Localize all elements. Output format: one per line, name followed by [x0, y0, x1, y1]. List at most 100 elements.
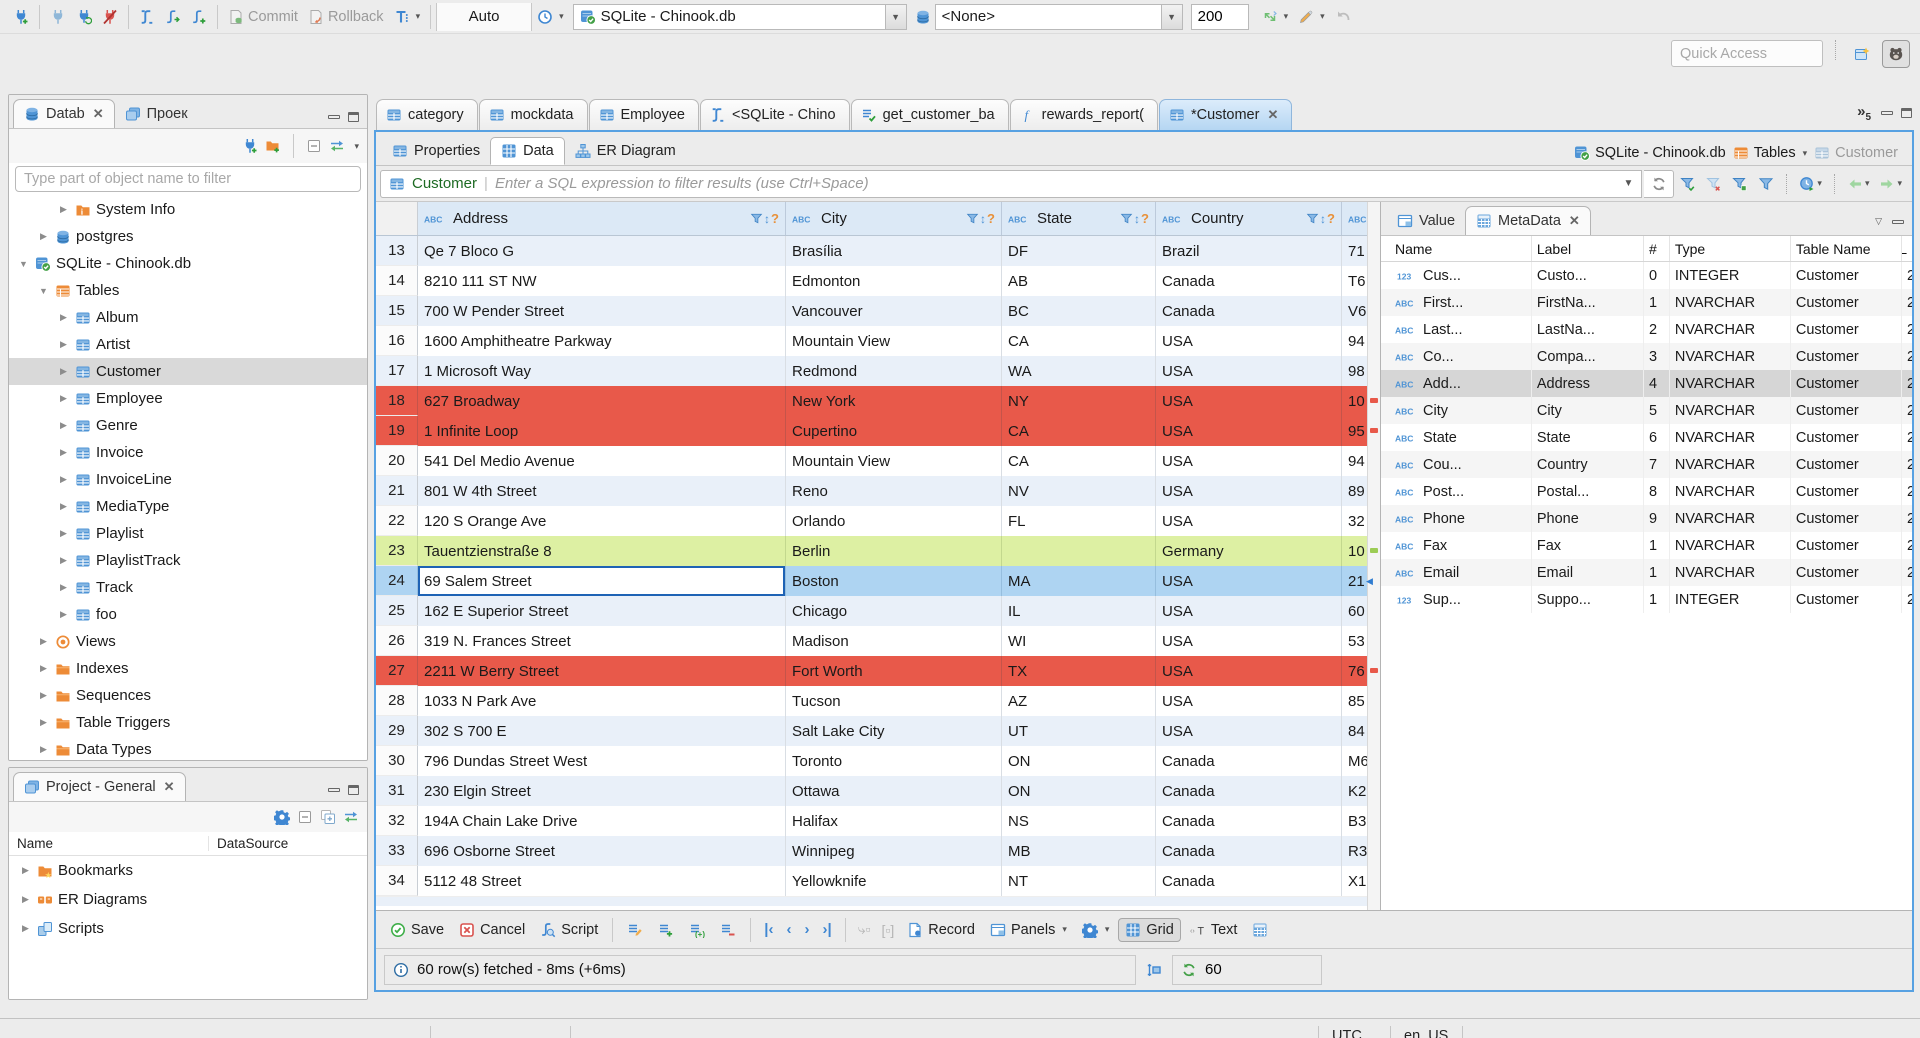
meta-max[interactable]: 2,147,483: [1902, 559, 1912, 586]
subtab-data[interactable]: Data: [490, 137, 565, 165]
meta-label[interactable]: Fax: [1532, 532, 1644, 559]
tab-metadata[interactable]: MetaData ✕: [1465, 206, 1591, 235]
cell-city[interactable]: Ottawa: [786, 776, 1002, 806]
meta-label[interactable]: Postal...: [1532, 478, 1644, 505]
cell-city[interactable]: Reno: [786, 476, 1002, 506]
cell-postal[interactable]: 10: [1342, 536, 1367, 566]
disconnect-button[interactable]: [97, 7, 123, 27]
tab-overflow-button[interactable]: »5: [1857, 103, 1871, 123]
meta-row-postal[interactable]: ABC Post... Postal...8NVARCHARCustomer2,14…: [1381, 478, 1912, 505]
expand-all-icon[interactable]: [320, 809, 336, 825]
locale-indicator[interactable]: en_US: [1404, 1028, 1448, 1038]
first-row-button[interactable]: |‹: [759, 921, 778, 938]
chevron-right-icon[interactable]: ▶: [57, 474, 70, 485]
chevron-right-icon[interactable]: ▶: [37, 744, 50, 755]
meta-table[interactable]: Customer: [1791, 289, 1902, 316]
cell-country[interactable]: Canada: [1156, 866, 1342, 896]
grid-row-28[interactable]: 28 1033 N Park Ave Tucson AZ USA 85: [376, 686, 1367, 716]
meta-num[interactable]: 9: [1644, 505, 1670, 532]
cell-postal[interactable]: 94: [1342, 446, 1367, 476]
meta-column-type[interactable]: Type: [1670, 236, 1791, 261]
cell-postal[interactable]: 84: [1342, 716, 1367, 746]
row-number-cell[interactable]: 31: [376, 776, 418, 806]
grid-row-16[interactable]: 16 1600 Amphitheatre Parkway Mountain View…: [376, 326, 1367, 356]
last-row-button[interactable]: ›|: [817, 921, 836, 938]
cell-city[interactable]: Halifax: [786, 806, 1002, 836]
collapse-all-icon[interactable]: [306, 138, 322, 154]
cell-state[interactable]: DF: [1002, 236, 1156, 266]
chevron-right-icon[interactable]: ▶: [57, 204, 70, 215]
apply-filter-button[interactable]: [1676, 174, 1700, 194]
meta-table[interactable]: Customer: [1791, 559, 1902, 586]
cell-state[interactable]: NV: [1002, 476, 1156, 506]
meta-type[interactable]: INTEGER: [1670, 262, 1791, 289]
sql-editor-button[interactable]: [134, 7, 160, 27]
cell-country[interactable]: USA: [1156, 626, 1342, 656]
meta-num[interactable]: 5: [1644, 397, 1670, 424]
meta-max[interactable]: 2,147,483: [1902, 586, 1912, 613]
close-icon[interactable]: ✕: [1569, 213, 1580, 229]
tree-item-data-types[interactable]: ▶ Data Types: [9, 736, 367, 760]
sql-format-button[interactable]: ▾: [1293, 7, 1330, 27]
tree-item-table-triggers[interactable]: ▶ Table Triggers: [9, 709, 367, 736]
cell-state[interactable]: CA: [1002, 446, 1156, 476]
meta-num[interactable]: 7: [1644, 451, 1670, 478]
cell-city[interactable]: New York: [786, 386, 1002, 416]
filter-history-dropdown[interactable]: ▼: [1624, 178, 1634, 189]
grid-row-32[interactable]: 32 194A Chain Lake Drive Halifax NS Canada B3: [376, 806, 1367, 836]
close-icon[interactable]: ✕: [93, 106, 104, 122]
meta-type[interactable]: NVARCHAR: [1670, 397, 1791, 424]
cell-address[interactable]: 627 Broadway: [418, 386, 786, 416]
connect-button[interactable]: [45, 7, 71, 27]
maximize-icon[interactable]: [1901, 108, 1912, 118]
cell-postal[interactable]: 76: [1342, 656, 1367, 686]
cell-country[interactable]: USA: [1156, 446, 1342, 476]
fetch-all-icon[interactable]: [▫]: [878, 922, 899, 938]
cell-state[interactable]: TX: [1002, 656, 1156, 686]
new-sql-editor-button[interactable]: [186, 7, 212, 27]
remove-filter-button[interactable]: [1702, 174, 1726, 194]
grid-row-19[interactable]: 19 1 Infinite Loop Cupertino CA USA 95: [376, 416, 1367, 446]
project-item-bookmarks[interactable]: ▶ ★ Bookmarks: [9, 856, 367, 885]
tree-item-tables[interactable]: ▼ Tables: [9, 277, 367, 304]
save-button[interactable]: Save: [384, 919, 450, 941]
timezone-indicator[interactable]: UTC: [1332, 1028, 1362, 1038]
meta-table[interactable]: Customer: [1791, 532, 1902, 559]
cell-address[interactable]: 319 N. Frances Street: [418, 626, 786, 656]
row-number-cell[interactable]: 19: [376, 416, 418, 446]
cell-country[interactable]: Canada: [1156, 806, 1342, 836]
cell-city[interactable]: Yellowknife: [786, 866, 1002, 896]
cell-address[interactable]: 796 Dundas Street West: [418, 746, 786, 776]
script-button[interactable]: Script: [534, 919, 604, 941]
grid-row-15[interactable]: 15 700 W Pender Street Vancouver BC Canada V6: [376, 296, 1367, 326]
meta-max[interactable]: 2,147,483: [1902, 397, 1912, 424]
schema-dropdown-button[interactable]: ▼: [1160, 4, 1182, 29]
cell-postal[interactable]: M6: [1342, 746, 1367, 776]
tab-database-navigator[interactable]: Datab ✕: [13, 99, 115, 128]
cell-country[interactable]: Canada: [1156, 296, 1342, 326]
meta-num[interactable]: 6: [1644, 424, 1670, 451]
gear-icon[interactable]: [274, 809, 290, 825]
cell-state[interactable]: AZ: [1002, 686, 1156, 716]
tree-item-track[interactable]: ▶ Track: [9, 574, 367, 601]
row-number-cell[interactable]: 20: [376, 446, 418, 476]
cell-state[interactable]: AB: [1002, 266, 1156, 296]
meta-label[interactable]: Custo...: [1532, 262, 1644, 289]
cell-country[interactable]: USA: [1156, 326, 1342, 356]
connection-selector[interactable]: SQLite - Chinook.db ▼: [572, 3, 907, 30]
column-name[interactable]: Name: [9, 836, 209, 851]
collapse-all-icon[interactable]: [297, 809, 313, 825]
tree-item-genre[interactable]: ▶ Genre: [9, 412, 367, 439]
cell-address[interactable]: 1600 Amphitheatre Parkway: [418, 326, 786, 356]
row-number-cell[interactable]: 34: [376, 866, 418, 896]
cell-state[interactable]: WI: [1002, 626, 1156, 656]
meta-max[interactable]: 2,147,483: [1902, 505, 1912, 532]
new-connection-icon[interactable]: [242, 138, 258, 154]
meta-column-[interactable]: #: [1644, 236, 1670, 261]
custom-filter-button[interactable]: [1754, 174, 1778, 194]
cell-address[interactable]: 230 Elgin Street: [418, 776, 786, 806]
chevron-right-icon[interactable]: ▶: [37, 690, 50, 701]
meta-max[interactable]: 2,147,483: [1902, 451, 1912, 478]
chevron-right-icon[interactable]: ▶: [57, 609, 70, 620]
cell-state[interactable]: ON: [1002, 746, 1156, 776]
